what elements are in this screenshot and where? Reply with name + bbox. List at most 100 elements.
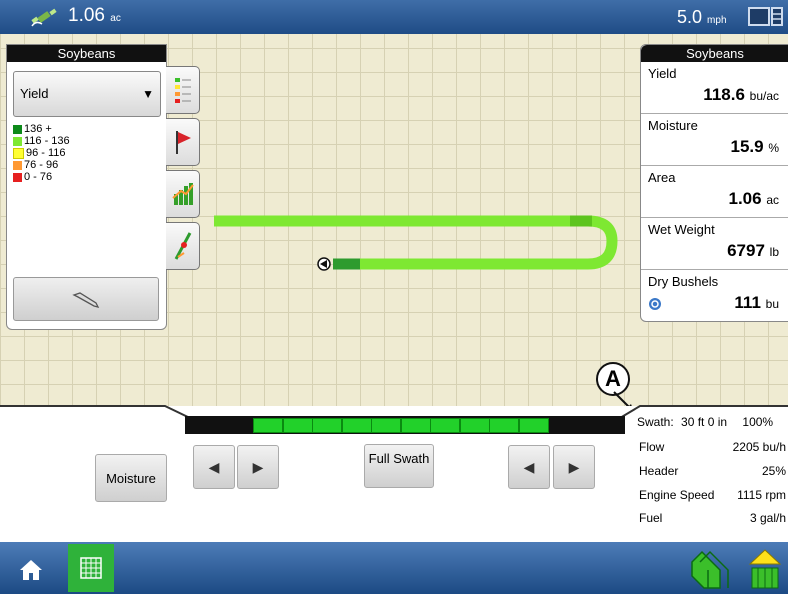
metric-label: Moisture bbox=[648, 118, 698, 133]
home-button[interactable] bbox=[10, 550, 52, 590]
arrow-left-icon: ◀ bbox=[208, 458, 220, 475]
live-data-panel: Soybeans Yield 118.6 bu/ac Moisture 15.9… bbox=[640, 44, 788, 322]
settings-button[interactable] bbox=[13, 277, 159, 321]
bottom-nav-bar bbox=[0, 542, 788, 594]
speed-readout: 5.0 mph bbox=[677, 7, 727, 28]
right-section-increase-button[interactable]: ▶ bbox=[553, 445, 595, 489]
crop-title: Soybeans bbox=[641, 45, 788, 62]
left-section-decrease-button[interactable]: ◀ bbox=[193, 445, 235, 489]
legend-label: 136 + bbox=[24, 122, 52, 135]
stat-label: Engine Speed bbox=[639, 488, 715, 502]
metric-label: Dry Bushels bbox=[648, 274, 719, 289]
metric-unit: % bbox=[768, 141, 779, 155]
legend-swatch bbox=[13, 172, 22, 182]
yield-legend: 136 + 116 - 136 96 - 116 76 - 96 0 - 76 bbox=[13, 123, 70, 183]
full-swath-label: Full Swath bbox=[368, 451, 430, 466]
legend-label: 116 - 136 bbox=[24, 134, 70, 147]
swath-section bbox=[430, 418, 460, 433]
metric-value: 1.06 ac bbox=[728, 189, 779, 209]
map-legend-panel: Soybeans Yield ▼ 136 + 116 - 136 96 - 11… bbox=[6, 44, 167, 330]
tab-charts[interactable] bbox=[166, 170, 200, 218]
metric-number: 6797 bbox=[727, 241, 765, 260]
swath-section bbox=[341, 418, 372, 433]
metric-label: Wet Weight bbox=[648, 222, 715, 237]
swath-section bbox=[459, 418, 490, 433]
legend-swatch bbox=[13, 160, 22, 170]
metric-wet-weight[interactable]: Wet Weight 6797 lb bbox=[641, 218, 788, 270]
stat-value: 1115 rpm bbox=[737, 488, 786, 502]
crop-title: Soybeans bbox=[7, 45, 166, 62]
metric-unit: ac bbox=[766, 193, 779, 207]
legend-item: 136 + bbox=[13, 123, 70, 135]
metric-value: 118.6 bu/ac bbox=[703, 85, 779, 105]
map-layer-dropdown[interactable]: Yield ▼ bbox=[13, 71, 161, 117]
field-operations-icon[interactable] bbox=[690, 548, 734, 590]
metric-yield[interactable]: Yield 118.6 bu/ac bbox=[641, 62, 788, 114]
moisture-button[interactable]: Moisture bbox=[95, 454, 167, 502]
wrench-icon bbox=[72, 292, 100, 308]
legend-item: 0 - 76 bbox=[13, 171, 70, 183]
legend-label: 96 - 116 bbox=[26, 146, 66, 159]
metric-value: 6797 lb bbox=[727, 241, 779, 261]
metric-value: 111 bu bbox=[734, 293, 779, 313]
metric-number: 15.9 bbox=[730, 137, 764, 156]
gps-satellite-icon[interactable] bbox=[30, 6, 60, 28]
metric-area[interactable]: Area 1.06 ac bbox=[641, 166, 788, 218]
swath-section bbox=[253, 418, 283, 433]
metric-dry-bushels[interactable]: Dry Bushels 111 bu bbox=[641, 270, 788, 321]
swath-percent: 100% bbox=[742, 415, 774, 429]
metric-number: 111 bbox=[734, 293, 761, 312]
speed-unit: mph bbox=[707, 15, 727, 26]
callout-letter: A bbox=[605, 366, 621, 391]
arrow-right-icon: ▶ bbox=[568, 458, 580, 475]
stat-value: 2205 bu/h bbox=[732, 440, 786, 454]
legend-swatch bbox=[13, 136, 22, 146]
legend-item: 116 - 136 bbox=[13, 135, 70, 147]
swath-section bbox=[371, 418, 401, 433]
tab-guidance[interactable] bbox=[166, 222, 200, 270]
tab-flags[interactable] bbox=[166, 118, 200, 166]
top-status-bar: 1.06 ac 5.0 mph bbox=[0, 0, 788, 34]
stat-value: 25% bbox=[761, 464, 786, 478]
stat-label: Fuel bbox=[639, 511, 663, 525]
refresh-icon[interactable] bbox=[648, 297, 662, 311]
stat-label: Header bbox=[639, 464, 679, 478]
header-height-icon[interactable] bbox=[748, 548, 782, 590]
metric-label: Yield bbox=[648, 66, 677, 81]
area-value: 1.06 bbox=[68, 5, 105, 26]
metric-unit: bu bbox=[765, 297, 779, 311]
swath-width: 30 ft 0 in bbox=[681, 415, 728, 429]
swath-section bbox=[518, 418, 549, 433]
swath-section bbox=[489, 418, 519, 433]
area-unit: ac bbox=[110, 13, 121, 24]
swath-section bbox=[400, 418, 431, 433]
swath-label: Swath: bbox=[637, 415, 674, 429]
vehicle-position-icon bbox=[317, 257, 331, 271]
flag-icon bbox=[175, 131, 191, 154]
display-toggle-icon[interactable] bbox=[748, 7, 784, 27]
metric-unit: bu/ac bbox=[749, 89, 779, 103]
metric-moisture[interactable]: Moisture 15.9 % bbox=[641, 114, 788, 166]
swath-readout: Swath: 30 ft 0 in 100% bbox=[637, 415, 773, 429]
legend-item: 76 - 96 bbox=[13, 159, 70, 171]
metric-value: 15.9 % bbox=[731, 137, 780, 157]
full-swath-button[interactable]: Full Swath bbox=[364, 444, 434, 488]
legend-label: 0 - 76 bbox=[24, 170, 53, 183]
metric-number: 1.06 bbox=[728, 189, 762, 208]
home-icon bbox=[20, 560, 42, 580]
right-section-decrease-button[interactable]: ◀ bbox=[508, 445, 550, 489]
map-view-button[interactable] bbox=[68, 544, 114, 592]
map-layer-selected: Yield bbox=[20, 86, 49, 101]
speed-value: 5.0 bbox=[677, 7, 703, 27]
tab-legend[interactable] bbox=[166, 66, 200, 114]
grid-map-icon bbox=[80, 557, 102, 579]
metric-unit: lb bbox=[769, 245, 779, 259]
stat-label: Flow bbox=[639, 440, 665, 454]
swath-section bbox=[312, 418, 342, 433]
legend-label: 76 - 96 bbox=[24, 158, 59, 171]
left-section-increase-button[interactable]: ▶ bbox=[237, 445, 279, 489]
legend-list-icon bbox=[174, 78, 191, 103]
metric-label: Area bbox=[648, 170, 676, 185]
chevron-down-icon: ▼ bbox=[142, 87, 154, 101]
legend-item: 96 - 116 bbox=[13, 147, 70, 159]
